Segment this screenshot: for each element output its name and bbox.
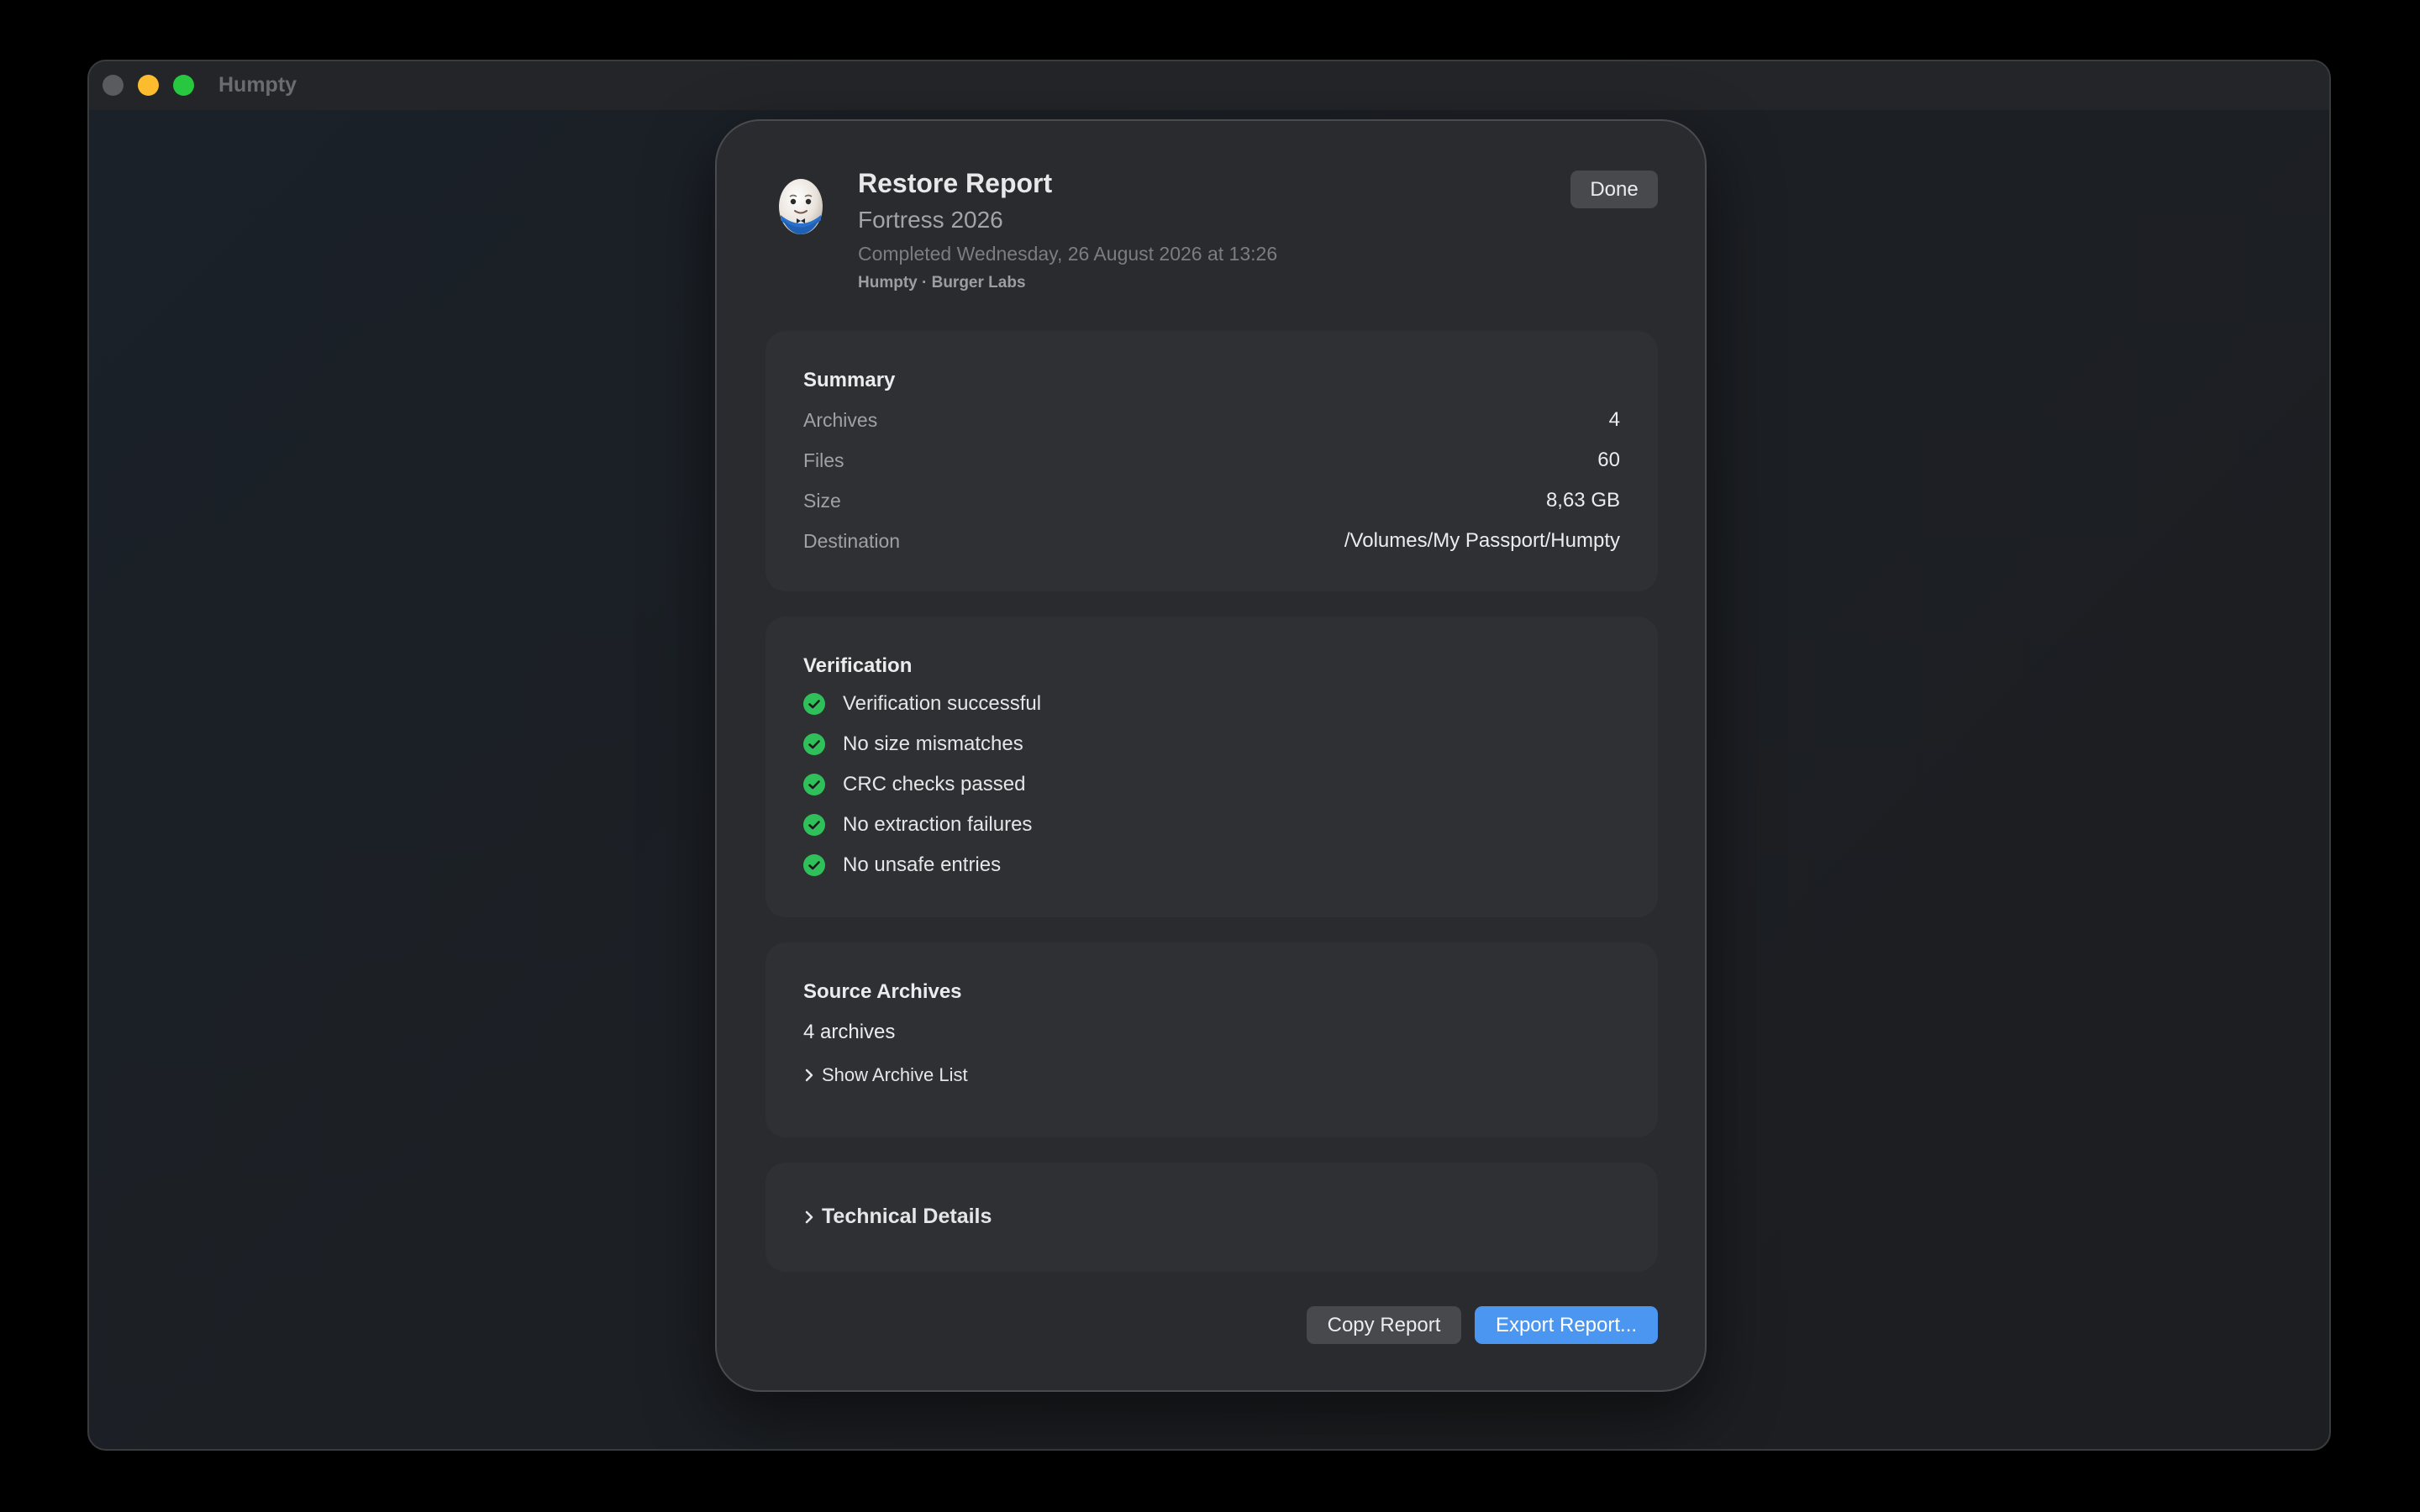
close-window-button[interactable] [103,75,124,96]
humpty-egg-icon [779,179,823,234]
title-bar: Humpty [89,61,2329,110]
done-button[interactable]: Done [1570,171,1658,208]
chevron-right-icon [805,1068,813,1082]
verification-item-label: No extraction failures [843,813,1033,836]
restore-report-sheet: Restore Report Fortress 2026 Completed W… [715,119,1707,1392]
chevron-right-icon [805,1210,813,1223]
verification-item-label: Verification successful [843,692,1042,715]
window-title: Humpty [218,73,297,97]
checkmark-circle-icon [803,854,825,876]
export-report-button[interactable]: Export Report... [1475,1306,1658,1344]
summary-destination-label: Destination [803,530,901,552]
verification-item: Verification successful [803,691,1041,717]
copy-report-button[interactable]: Copy Report [1307,1306,1461,1344]
technical-details-card: Technical Details [765,1163,1658,1272]
completed-timestamp: Completed Wednesday, 26 August 2026 at 1… [858,243,1278,265]
summary-size-value: 8,63 GB [1545,489,1620,512]
report-title: Restore Report [858,168,1053,198]
summary-destination-value: /Volumes/My Passport/Humpty [1344,529,1620,552]
vendor-line: Humpty · Burger Labs [858,274,1026,291]
checkmark-circle-icon [803,693,825,715]
verification-card: Verification Verification successful No … [765,617,1658,917]
show-archive-list-toggle[interactable]: Show Archive List [803,1064,968,1086]
verification-title: Verification [803,654,913,677]
source-archives-card: Source Archives 4 archives Show Archive … [765,942,1658,1137]
technical-details-label: Technical Details [822,1205,992,1228]
source-archives-count: 4 archives [803,1021,896,1043]
summary-title: Summary [803,369,896,391]
summary-archives-label: Archives [803,409,878,431]
verification-item: No size mismatches [803,732,1023,757]
technical-details-toggle[interactable]: Technical Details [803,1205,992,1229]
summary-card: Summary Archives 4 Files 60 Size 8,63 GB… [765,331,1658,591]
summary-files-label: Files [803,449,844,471]
verification-item-label: CRC checks passed [843,773,1026,795]
verification-item: No extraction failures [803,812,1032,837]
summary-files-value: 60 [1597,449,1620,471]
verification-item: CRC checks passed [803,772,1025,797]
source-archives-title: Source Archives [803,980,962,1003]
summary-archives-value: 4 [1608,408,1620,431]
checkmark-circle-icon [803,774,825,795]
archive-name: Fortress 2026 [858,207,1003,233]
show-archive-list-label: Show Archive List [822,1064,968,1085]
summary-size-label: Size [803,490,841,512]
verification-item: No unsafe entries [803,853,1001,878]
verification-item-label: No unsafe entries [843,853,1002,876]
checkmark-circle-icon [803,814,825,836]
minimize-window-button[interactable] [138,75,159,96]
checkmark-circle-icon [803,733,825,755]
verification-item-label: No size mismatches [843,732,1023,755]
zoom-window-button[interactable] [173,75,194,96]
